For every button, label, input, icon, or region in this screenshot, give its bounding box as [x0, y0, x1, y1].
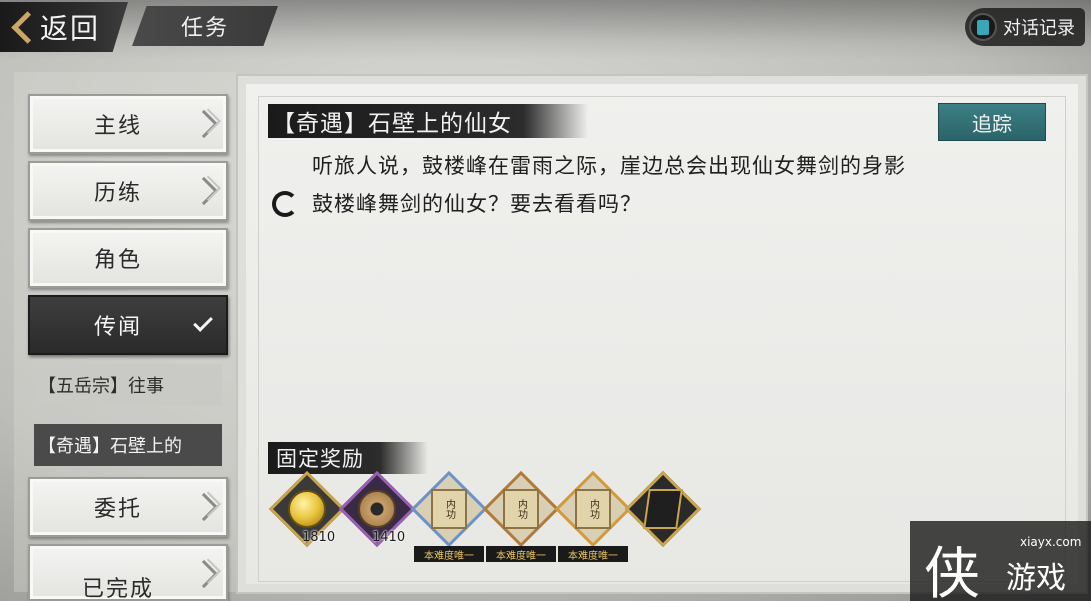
book-icon [643, 489, 683, 529]
watermark-text: 游戏 [1006, 561, 1066, 596]
reward-item[interactable]: 1410 [338, 470, 416, 562]
watermark-url: xiayx.com [1020, 535, 1082, 549]
menu-item-main[interactable]: 主线 [28, 94, 228, 154]
chevron-right-icon [189, 559, 219, 589]
back-label: 返回 [40, 12, 101, 45]
chevron-right-icon [189, 176, 219, 206]
reward-count: 1810 [302, 530, 336, 545]
dialog-record-button[interactable]: 对话记录 [965, 8, 1085, 46]
menu-item-label: 角色 [93, 248, 142, 273]
watermark-logo: 侠 [924, 542, 980, 601]
menu-item-label: 委托 [93, 497, 142, 522]
martial-scroll-icon: 内功 [503, 489, 539, 529]
menu-item-completed[interactable]: 已完成 [28, 544, 228, 601]
sub-item-wuyue[interactable]: 【五岳宗】往事 [34, 364, 222, 406]
quest-title: 【奇遇】石壁上的仙女 [268, 104, 588, 138]
book-icon [969, 13, 997, 41]
menu-item-label: 传闻 [93, 315, 142, 340]
reward-item[interactable]: 内功 本难度唯一 [482, 470, 560, 562]
checkmark-icon [193, 312, 213, 332]
quest-description: 听旅人说，鼓楼峰在雷雨之际，崖边总会出现仙女舞剑的身影 [312, 154, 906, 178]
menu-item-label: 历练 [93, 181, 142, 206]
site-watermark: 侠 xiayx.com 游戏 [910, 521, 1091, 601]
copper-coin-icon [358, 490, 396, 528]
martial-scroll-icon: 内功 [431, 489, 467, 529]
loading-ring-icon [272, 191, 298, 217]
chevron-right-icon [189, 492, 219, 522]
track-button[interactable]: 追踪 [938, 103, 1046, 141]
dialog-record-label: 对话记录 [1003, 18, 1075, 39]
reward-section-title: 固定奖励 [268, 442, 428, 474]
menu-item-character[interactable]: 角色 [28, 228, 228, 288]
gold-coin-icon [288, 490, 326, 528]
menu-item-label: 主线 [93, 114, 142, 139]
chevron-right-icon [189, 109, 219, 139]
reward-item[interactable] [624, 470, 702, 562]
page-title: 任务 [132, 6, 278, 46]
menu-item-commission[interactable]: 委托 [28, 477, 228, 537]
menu-item-training[interactable]: 历练 [28, 161, 228, 221]
reward-tag: 本难度唯一 [414, 546, 484, 562]
reward-item[interactable]: 1810 [268, 470, 346, 562]
reward-tag: 本难度唯一 [486, 546, 556, 562]
reward-item[interactable]: 内功 本难度唯一 [554, 470, 632, 562]
reward-count: 1410 [372, 530, 406, 545]
quest-objective: 鼓楼峰舞剑的仙女？要去看看吗？ [312, 192, 642, 216]
back-button[interactable]: 返回 [0, 2, 128, 52]
reward-tag: 本难度唯一 [558, 546, 628, 562]
sub-item-encounter[interactable]: 【奇遇】石壁上的 [34, 424, 222, 466]
menu-item-label: 已完成 [81, 576, 154, 601]
martial-scroll-icon: 内功 [575, 489, 611, 529]
back-arrow-icon [8, 10, 34, 44]
menu-item-rumors[interactable]: 传闻 [28, 295, 228, 355]
reward-item[interactable]: 内功 本难度唯一 [410, 470, 488, 562]
